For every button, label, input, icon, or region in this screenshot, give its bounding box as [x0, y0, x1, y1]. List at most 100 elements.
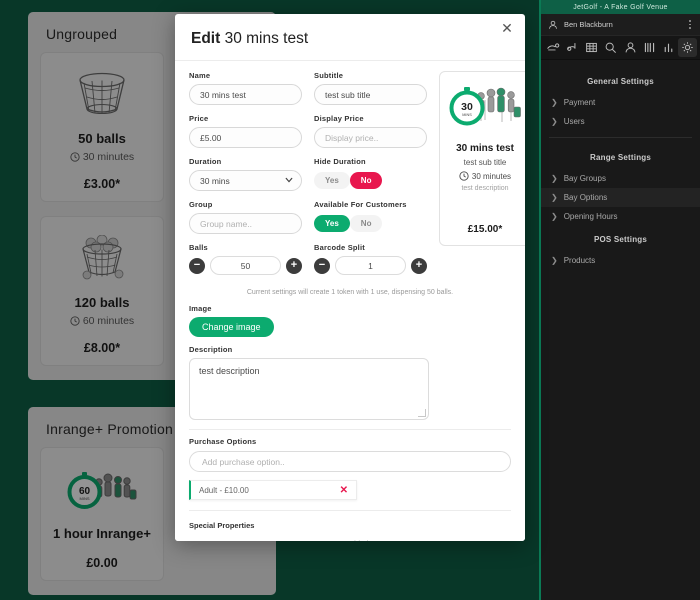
person-icon[interactable]: [621, 38, 640, 57]
basket-full-icon: [71, 229, 133, 287]
available-no[interactable]: No: [349, 215, 383, 232]
barcode-icon[interactable]: [640, 38, 659, 57]
available-toggle: Yes No: [314, 213, 427, 234]
balls-decrement-button[interactable]: −: [189, 257, 205, 274]
gear-icon[interactable]: [677, 38, 697, 57]
field-barcode-split: Barcode Split − 1 +: [314, 243, 427, 275]
edit-product-modal: Edit 30 mins test ✕ Name 30 mins test Pr…: [175, 14, 525, 541]
description-textarea[interactable]: test description: [189, 358, 429, 420]
barcode-increment-button[interactable]: +: [411, 257, 427, 274]
chevron-right-icon: ❯: [551, 211, 558, 221]
field-group: Group Group name..: [189, 200, 302, 234]
basket-empty-icon: [71, 65, 133, 123]
sidebar-item-users[interactable]: ❯ Users: [541, 112, 700, 131]
label-special-properties: Special Properties: [189, 521, 255, 530]
close-icon[interactable]: ✕: [499, 20, 515, 36]
purchase-option-row[interactable]: Adult - £10.00 ✕: [189, 480, 357, 500]
label-group: Group: [189, 200, 213, 209]
sidebar-item-bay-options[interactable]: ❯ Bay Options: [541, 188, 700, 207]
chevron-right-icon: ❯: [551, 192, 558, 202]
svg-text:MINS: MINS: [80, 496, 90, 501]
chevron-down-icon: [285, 177, 293, 183]
sidebar-item-opening-hours[interactable]: ❯ Opening Hours: [541, 207, 700, 226]
balls-increment-button[interactable]: +: [286, 257, 302, 274]
hide-duration-toggle: Yes No: [314, 170, 427, 191]
settings-sidebar: JetGolf - A Fake Golf Venue Ben Blackbur…: [539, 0, 700, 600]
section-title: Range Settings: [589, 153, 652, 162]
preview-subtitle: test sub title: [463, 158, 507, 167]
clock-icon: [70, 152, 80, 162]
balls-value[interactable]: 50: [210, 256, 281, 275]
sidebar-icon-bar: [541, 36, 700, 60]
user-bar[interactable]: Ben Blackburn: [541, 14, 700, 36]
chevron-right-icon: ❯: [551, 116, 558, 126]
change-image-button[interactable]: Change image: [189, 317, 274, 337]
sidebar-section-general: General Settings ❯ Payment ❯ Users: [541, 68, 700, 131]
field-price: Price £5.00: [189, 114, 302, 148]
settings-hint: Current settings will create 1 token wit…: [246, 289, 454, 296]
person-icon: [549, 20, 557, 29]
sidebar-item-products[interactable]: ❯ Products: [541, 251, 700, 270]
grid-bays-icon[interactable]: [582, 38, 601, 57]
price-input[interactable]: £5.00: [189, 127, 302, 148]
hide-duration-no[interactable]: No: [349, 172, 383, 189]
search-icon[interactable]: [601, 38, 620, 57]
modal-title-strong: Edit: [191, 30, 221, 47]
subtitle-input[interactable]: test sub title: [314, 84, 427, 105]
preview-duration: 30 minutes: [459, 171, 511, 181]
barcode-decrement-button[interactable]: −: [314, 257, 330, 274]
product-card[interactable]: 50 balls 30 minutes £3.00*: [40, 52, 164, 202]
form-column-right: Subtitle test sub title Display Price Di…: [314, 71, 427, 284]
product-duration: 60 minutes: [70, 315, 134, 327]
product-duration-text: 60 minutes: [82, 315, 135, 327]
kebab-menu-icon[interactable]: [687, 18, 693, 30]
field-duration: Duration 30 mins: [189, 157, 302, 191]
section-title: POS Settings: [593, 235, 648, 244]
sidebar-item-label: Products: [563, 256, 596, 265]
app-root: Ungrouped 50 balls 30 minutes £3.00* 120…: [0, 0, 700, 600]
field-hide-duration: Hide Duration Yes No: [314, 157, 427, 191]
user-name: Ben Blackburn: [564, 20, 613, 29]
golf-tee-icon[interactable]: [544, 38, 563, 57]
sidebar-body: General Settings ❯ Payment ❯ Users Range…: [541, 60, 700, 600]
remove-option-icon[interactable]: ✕: [340, 485, 348, 496]
chevron-right-icon: ❯: [551, 255, 558, 265]
product-duration: 30 minutes: [70, 151, 134, 163]
product-card[interactable]: 60 MINS 1 hour Inrange+ £0.00: [40, 447, 164, 581]
purchase-option-input[interactable]: Add purchase option..: [189, 451, 511, 472]
svg-text:30: 30: [461, 101, 473, 113]
preview-name: 30 mins test: [456, 143, 514, 154]
barcode-split-value[interactable]: 1: [335, 256, 406, 275]
product-price: £8.00*: [83, 341, 121, 355]
label-name: Name: [189, 71, 211, 80]
divider: [549, 137, 692, 138]
form-column-left: Name 30 mins test Price £5.00 Duration 3…: [189, 71, 302, 284]
hide-duration-yes[interactable]: Yes: [314, 172, 350, 189]
product-name: 50 balls: [78, 131, 126, 146]
display-price-input[interactable]: Display price..: [314, 127, 427, 148]
sidebar-item-label: Opening Hours: [563, 212, 618, 221]
barcode-split-stepper: − 1 +: [314, 256, 427, 275]
sidebar-item-label: Payment: [563, 98, 596, 107]
group-input[interactable]: Group name..: [189, 213, 302, 234]
preview-price: £15.00*: [467, 224, 503, 235]
stopwatch-30-icon: 30 MINS: [445, 80, 525, 137]
label-balls: Balls: [189, 243, 208, 252]
available-yes[interactable]: Yes: [314, 215, 350, 232]
chevron-right-icon: ❯: [551, 97, 558, 107]
label-price: Price: [189, 114, 209, 123]
balls-stepper: − 50 +: [189, 256, 302, 275]
label-description: Description: [189, 345, 233, 354]
sidebar-item-payment[interactable]: ❯ Payment: [541, 93, 700, 112]
product-name: 120 balls: [74, 295, 130, 310]
golf-swing-icon[interactable]: [563, 38, 582, 57]
name-input[interactable]: 30 mins test: [189, 84, 302, 105]
label-display-price: Display Price: [314, 114, 364, 123]
field-subtitle: Subtitle test sub title: [314, 71, 427, 105]
product-card[interactable]: 120 balls 60 minutes £8.00*: [40, 216, 164, 366]
label-purchase-options: Purchase Options: [189, 437, 257, 446]
sidebar-item-bay-groups[interactable]: ❯ Bay Groups: [541, 169, 700, 188]
form-area: Name 30 mins test Price £5.00 Duration 3…: [175, 61, 525, 284]
label-image: Image: [189, 304, 212, 313]
chart-icon[interactable]: [659, 38, 678, 57]
